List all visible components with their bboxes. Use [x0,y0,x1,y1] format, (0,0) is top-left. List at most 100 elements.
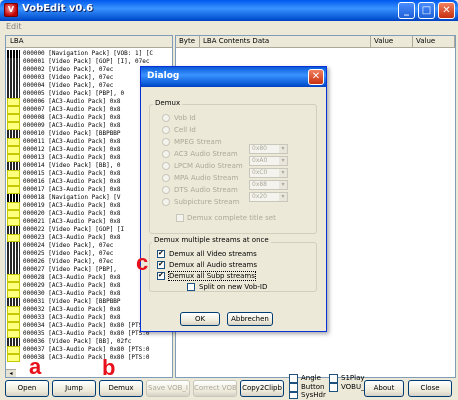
ok-button[interactable]: OK [180,312,220,326]
cancel-button[interactable]: Abbrechen [227,312,273,326]
list-item-text: 000015 [AC3-Audio Pack] 0x8 [23,170,121,177]
close-button[interactable]: Close [408,380,452,397]
split-new-vob-checkbox[interactable] [187,283,195,291]
angle-label: Angle [301,374,321,382]
video-pack-icon [7,74,20,82]
dialog-title-bar: Dialog ✕ [141,67,326,87]
video-pack-icon [7,90,20,98]
list-item-text: 000005 [Video Pack] [PBP], 0 [23,90,125,97]
column-byte[interactable]: Byte [176,36,200,48]
column-value[interactable]: Value [371,36,413,48]
list-item-text: 000031 [Video Pack] [BBPBBP [23,298,121,305]
audio-pack-icon [7,202,20,210]
list-item[interactable]: 000037 [AC3-Audio Pack] 0x80 [PTS:0 [6,346,172,354]
list-item-text: 000035 [AC3-Audio Pack] 0x80 [PTS:0 [23,330,150,337]
audio-pack-icon [7,146,20,154]
mpeg-stream-label: MPEG Stream [174,138,222,146]
list-item-text: 000001 [Video Pack] [GOP] [I], 07ec [23,58,150,65]
button-checkbox[interactable] [289,383,298,392]
list-item-text: 000030 [AC3-Audio Pack] 0x8 [23,290,121,297]
list-item-text: 000014 [Video Pack] [BB], 0 [23,162,121,169]
syshdr-checkbox[interactable] [289,392,298,399]
demux-complete-checkbox[interactable] [176,214,184,222]
list-item-text: 000029 [AC3-Audio Pack] 0x8 [23,282,121,289]
audio-pack-icon [7,282,20,290]
dialog-close-button[interactable]: ✕ [308,69,324,85]
list-item-text: 000022 [Video Pack] [GOP] [I [23,226,125,233]
list-item-text: 000000 [Navigation Pack] [VOB: 1] [C [23,50,154,57]
list-item-text: 000011 [AC3-Audio Pack] 0x8 [23,138,121,145]
subpicture-stream-label: Subpicture Stream [174,198,240,206]
video-pack-icon [7,66,20,74]
lpcm-audio-stream-radio[interactable] [162,162,170,170]
list-item-text: 000018 [Navigation Pack] [V [23,194,121,201]
list-item[interactable]: 000000 [Navigation Pack] [VOB: 1] [C [6,50,172,58]
lpcm-stream-select[interactable]: 0xA0 [249,156,288,166]
audio-pack-icon [7,186,20,194]
annotation-b: b [102,355,116,380]
list-item-text: 000019 [AC3-Audio Pack] 0x8 [23,202,121,209]
list-item-text: 000012 [AC3-Audio Pack] 0x8 [23,146,121,153]
save-vob-button[interactable]: Save VOB_I [146,380,190,397]
video-pack-icon [7,266,20,274]
column-value-2[interactable]: Value [413,36,455,48]
copy-to-clipboard-button[interactable]: Copy2Clipb [240,380,284,397]
column-lba-contents[interactable]: LBA Contents Data [200,36,371,48]
demux-all-subp-checkbox[interactable] [157,271,165,280]
mpa-stream-select[interactable]: 0xC0 [249,168,288,178]
correct-vob-button[interactable]: Correct VOB [193,380,237,397]
video-pack-icon [7,162,20,170]
close-window-button[interactable]: ✕ [438,2,455,19]
title-bar: V VobEdit v0.6 _ □ ✕ [0,0,458,21]
list-item-text: 000009 [AC3-Audio Pack] 0x8 [23,122,121,129]
list-item-text: 000013 [AC3-Audio Pack] 0x8 [23,154,121,161]
list-item-text: 000010 [Video Pack] [BBPBBP [23,130,121,137]
angle-checkbox[interactable] [289,374,298,383]
ac3-stream-select[interactable]: 0x80 [249,144,288,154]
open-button[interactable]: Open [5,380,49,397]
mpa-audio-stream-label: MPA Audio Stream [174,174,239,182]
cell-id-radio[interactable] [162,126,170,134]
about-button[interactable]: About [364,380,404,397]
subpicture-stream-select[interactable]: 0x20 [249,192,288,202]
list-item-text: 000034 [AC3-Audio Pack] 0x80 [PTS:0 [23,322,150,329]
vob-id-radio[interactable] [162,114,170,122]
ac3-audio-stream-radio[interactable] [162,150,170,158]
menu-edit[interactable]: Edit [6,22,22,31]
minimize-button[interactable]: _ [398,2,415,19]
syshdr-label: SysHdr [301,391,326,399]
video-pack-icon [7,82,20,90]
lba-column-header[interactable]: LBA [6,36,172,48]
demux-group-title: Demux [153,99,183,107]
dts-stream-select[interactable]: 0x88 [249,180,288,190]
video-pack-icon [7,242,20,250]
audio-pack-icon [7,354,20,362]
maximize-button[interactable]: □ [418,2,435,19]
subpicture-stream-radio[interactable] [162,198,170,206]
demux-button[interactable]: Demux [99,380,143,397]
demux-all-audio-checkbox[interactable] [157,260,165,269]
vobu-s-checkbox[interactable] [329,383,338,392]
audio-pack-icon [7,178,20,186]
list-item-text: 000026 [Video Pack], 07ec [23,258,114,265]
dts-audio-stream-label: DTS Audio Stream [174,186,238,194]
s1play-checkbox[interactable] [329,374,338,383]
demux-all-video-checkbox[interactable] [157,249,165,258]
list-item[interactable]: 000001 [Video Pack] [GOP] [I], 07ec [6,58,172,66]
dts-audio-stream-radio[interactable] [162,186,170,194]
audio-pack-icon [7,290,20,298]
vob-id-label: Vob Id [174,114,196,122]
mpeg-stream-radio[interactable] [162,138,170,146]
scroll-left-arrow-icon[interactable]: ◂ [6,369,16,377]
demux-complete-label: Demux complete title set [187,214,276,222]
list-item[interactable]: 000036 [Video Pack] [BB], 02fc [6,338,172,346]
audio-pack-icon [7,306,20,314]
video-pack-icon [7,250,20,258]
list-item-text: 000032 [AC3-Audio Pack] 0x8 [23,306,121,313]
jump-button[interactable]: Jump [52,380,96,397]
list-item-text: 000037 [AC3-Audio Pack] 0x80 [PTS:0 [23,346,150,353]
audio-pack-icon [7,322,20,330]
mpa-audio-stream-radio[interactable] [162,174,170,182]
audio-pack-icon [7,170,20,178]
audio-pack-icon [7,138,20,146]
